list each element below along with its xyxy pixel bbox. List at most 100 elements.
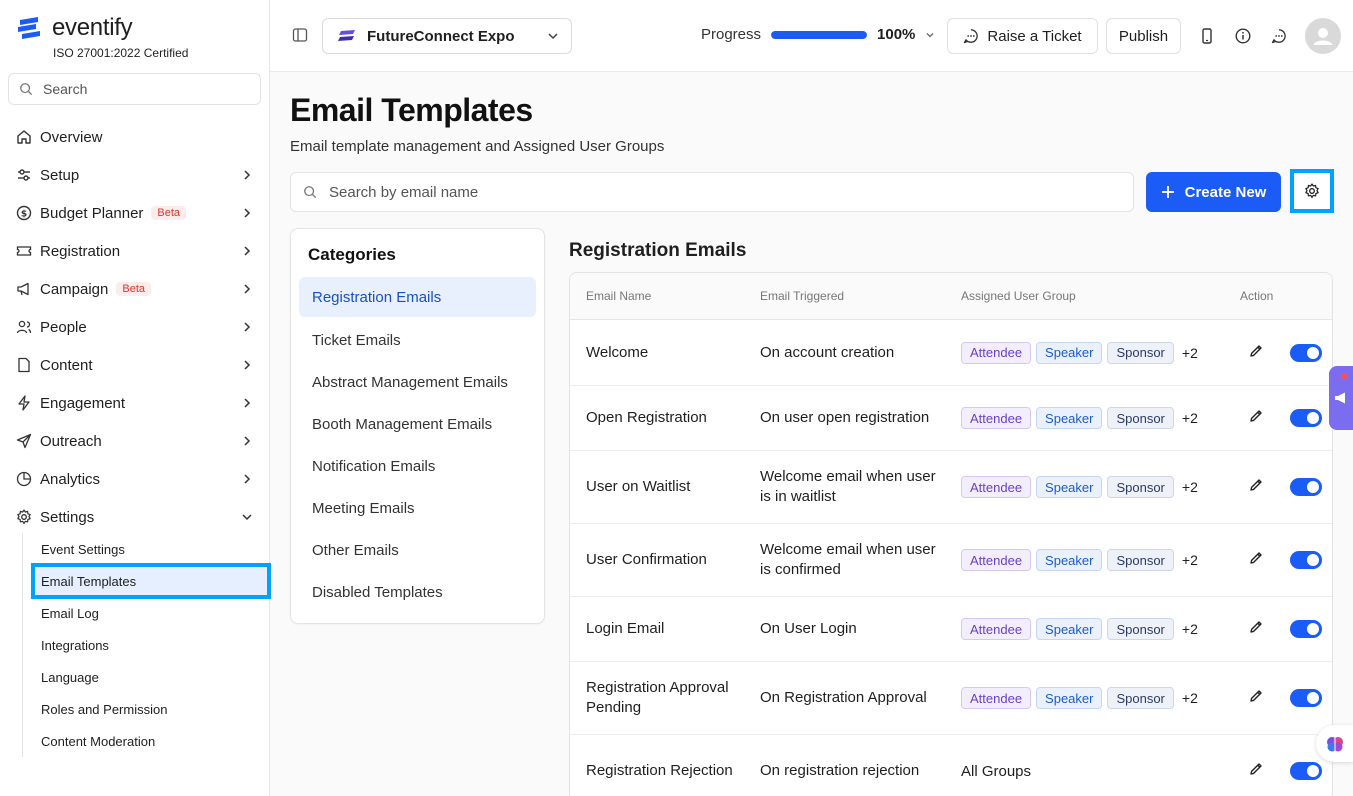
chevron-right-icon [244,436,251,446]
more-groups-count[interactable]: +2 [1182,690,1198,706]
edit-icon[interactable] [1248,408,1264,428]
sidebar-item-budget-planner[interactable]: $ Budget Planner Beta [0,194,270,232]
user-group-tag: Speaker [1036,407,1103,429]
table-row: Welcome On account creation Attendee Spea… [570,320,1332,386]
sidebar-item-label: People [40,318,87,336]
enable-toggle[interactable] [1290,762,1322,780]
info-icon[interactable] [1233,26,1253,46]
enable-toggle[interactable] [1290,620,1322,638]
assigned-groups: Attendee Speaker Sponsor +2 [946,549,1226,571]
more-groups-count[interactable]: +2 [1182,621,1198,637]
category-item[interactable]: Booth Management Emails [299,403,536,445]
chevron-right-icon [244,208,251,218]
user-group-tag: Attendee [961,687,1032,709]
subnav-item-email-templates[interactable]: Email Templates [23,563,271,599]
email-search-input[interactable]: Search by email name [290,172,1134,212]
mobile-preview-icon[interactable] [1197,26,1217,46]
sidebar-item-label: Settings [40,508,95,526]
svg-text:$: $ [21,210,27,220]
category-item[interactable]: Ticket Emails [299,319,536,361]
sidebar-item-analytics[interactable]: Analytics [0,460,270,498]
sidebar-item-label: Setup [40,166,80,184]
create-new-label: Create New [1184,183,1267,201]
subnav-item-label: Content Moderation [41,733,156,749]
edit-icon[interactable] [1248,343,1264,363]
row-actions [1226,688,1332,708]
subnav-item-label: Email Templates [41,573,137,589]
category-item[interactable]: Abstract Management Emails [299,361,536,403]
subnav-item-event-settings[interactable]: Event Settings [23,533,270,565]
event-name: FutureConnect Expo [367,27,515,45]
enable-toggle[interactable] [1290,343,1322,362]
edit-icon[interactable] [1248,477,1264,497]
chat-icon[interactable] [1269,26,1289,46]
sidebar-item-label: Budget Planner [40,204,144,222]
more-groups-count[interactable]: +2 [1182,552,1198,568]
user-group-tag: Attendee [961,476,1032,498]
settings-button[interactable] [1290,169,1334,213]
chevron-down-icon [548,33,558,40]
sidebar-item-content[interactable]: Content [0,346,270,384]
create-new-button[interactable]: Create New [1146,172,1281,212]
sidebar-item-people[interactable]: People [0,308,270,346]
sidebar-item-settings[interactable]: Settings [0,498,270,536]
subnav-item-label: Language [41,669,99,685]
sidebar-search-input[interactable]: Search [8,73,261,105]
raise-ticket-button[interactable]: Raise a Ticket [947,18,1098,54]
user-group-tag: Sponsor [1107,341,1174,364]
publish-button[interactable]: Publish [1106,18,1181,54]
edit-icon[interactable] [1248,688,1264,708]
sidebar-item-engagement[interactable]: Engagement [0,384,270,422]
bolt-icon [16,395,32,411]
chevron-right-icon [244,322,251,332]
gear-icon [1305,183,1319,198]
brand[interactable]: eventify ISO 27001:2022 Certified [16,14,188,60]
edit-icon[interactable] [1248,550,1264,570]
more-groups-count[interactable]: +2 [1182,479,1198,495]
email-templates-table: Email Name Email Triggered Assigned User… [569,272,1333,796]
row-actions [1226,408,1332,428]
progress-indicator[interactable]: Progress 100% [701,26,935,43]
ticket-icon [16,243,32,259]
edit-icon[interactable] [1248,619,1264,639]
subnav-item-language[interactable]: Language [23,661,270,693]
enable-toggle[interactable] [1290,409,1322,427]
assigned-groups: Attendee Speaker Sponsor +2 [946,687,1226,709]
edit-icon[interactable] [1248,761,1264,781]
user-group-tag: Attendee [961,549,1032,571]
category-item[interactable]: Notification Emails [299,445,536,487]
sidebar-toggle-icon[interactable] [292,27,308,48]
eventify-logo-icon [18,17,40,39]
sidebar-item-campaign[interactable]: Campaign Beta [0,270,270,308]
sidebar-item-setup[interactable]: Setup [0,156,270,194]
email-name: Registration Approval Pending [586,679,729,716]
enable-toggle[interactable] [1290,478,1322,496]
column-header: Assigned User Group [961,289,1076,303]
category-item[interactable]: Registration Emails [299,277,536,317]
user-avatar[interactable] [1305,18,1341,54]
sidebar-item-registration[interactable]: Registration [0,232,270,270]
more-groups-count[interactable]: +2 [1182,345,1198,361]
assigned-groups: Attendee Speaker Sponsor +2 [946,341,1226,364]
category-item[interactable]: Meeting Emails [299,487,536,529]
email-name: User Confirmation [586,551,707,568]
assigned-groups: Attendee Speaker Sponsor +2 [946,476,1226,498]
more-groups-count[interactable]: +2 [1182,410,1198,426]
category-item[interactable]: Disabled Templates [299,571,536,613]
sidebar-item-outreach[interactable]: Outreach [0,422,270,460]
email-name: Open Registration [586,409,707,426]
row-actions [1226,343,1332,363]
ai-assistant-button[interactable] [1316,725,1353,762]
subnav-item-email-log[interactable]: Email Log [23,597,270,629]
subnav-item-content-moderation[interactable]: Content Moderation [23,725,270,757]
feedback-widget[interactable] [1329,366,1353,430]
subnav-item-roles-and-permission[interactable]: Roles and Permission [23,693,270,725]
event-selector[interactable]: FutureConnect Expo [322,18,572,54]
category-item[interactable]: Other Emails [299,529,536,571]
megaphone-icon [16,281,32,297]
sidebar-item-label: Overview [40,128,103,146]
enable-toggle[interactable] [1290,689,1322,707]
enable-toggle[interactable] [1290,551,1322,569]
subnav-item-integrations[interactable]: Integrations [23,629,270,661]
sidebar-item-overview[interactable]: Overview [0,118,270,156]
